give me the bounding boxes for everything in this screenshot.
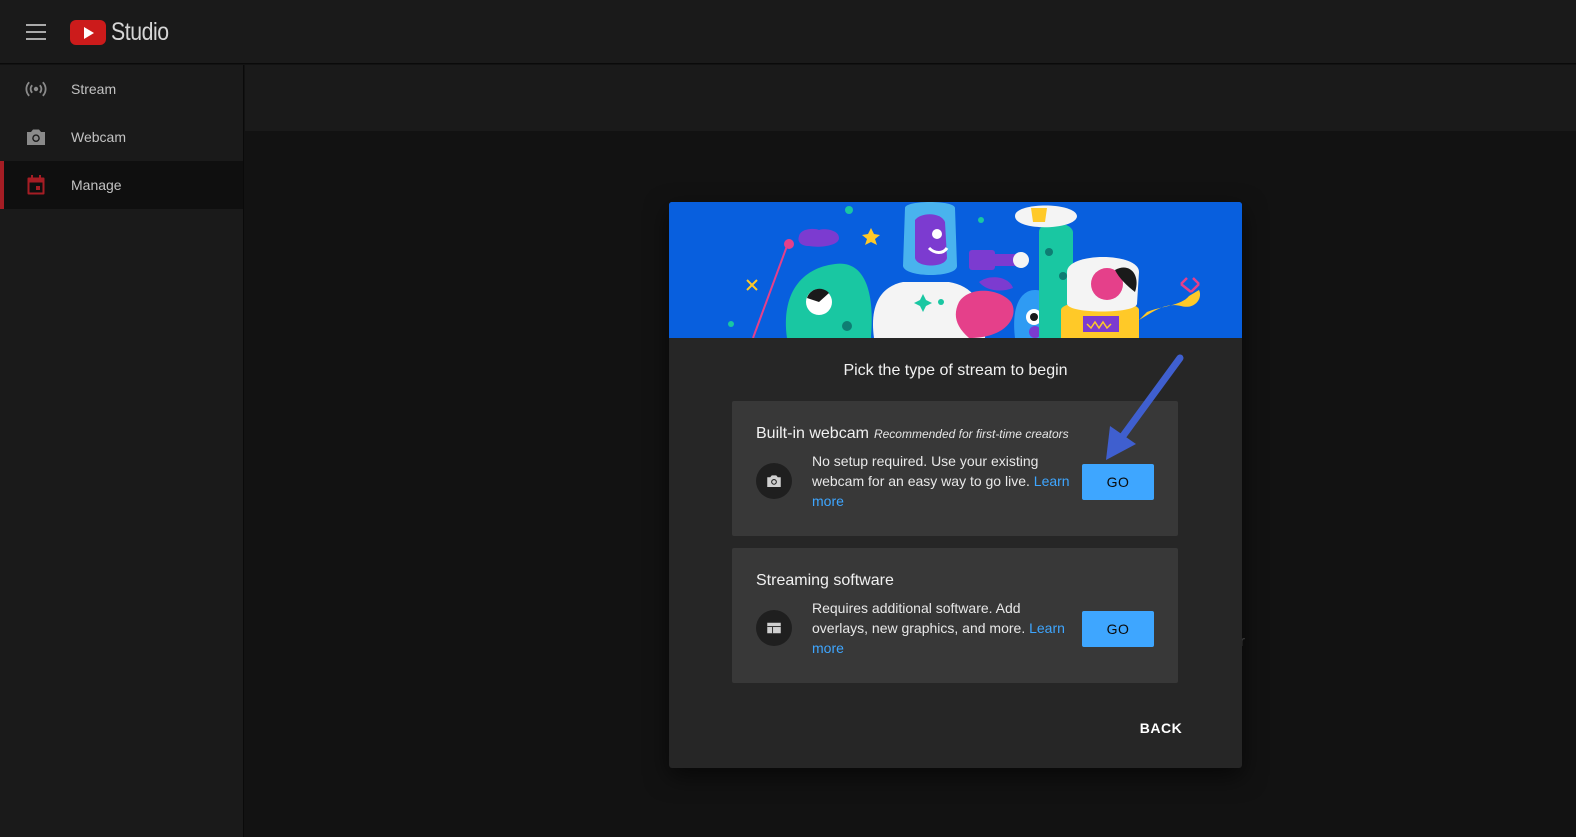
option-streaming-software: Streaming software Requires additional s…	[732, 548, 1178, 683]
sidebar-item-manage[interactable]: Manage	[0, 161, 243, 209]
go-webcam-button[interactable]: GO	[1082, 464, 1154, 500]
sidebar-item-label: Manage	[71, 177, 122, 193]
software-layout-icon	[756, 610, 792, 646]
content-header	[245, 65, 1576, 131]
back-button[interactable]: BACK	[1121, 710, 1201, 746]
description-text: Requires additional software. Add overla…	[812, 600, 1026, 636]
broadcast-icon	[24, 77, 48, 101]
stream-type-dialog: Pick the type of stream to begin Built-i…	[669, 202, 1242, 768]
option-title: Streaming software	[756, 572, 894, 590]
sidebar-item-label: Stream	[71, 81, 117, 97]
option-title-text: Streaming software	[756, 572, 894, 589]
sidebar-item-webcam[interactable]: Webcam	[0, 113, 243, 161]
calendar-icon	[24, 173, 48, 197]
sidebar-item-stream[interactable]: Stream	[0, 65, 243, 113]
top-bar: Studio	[0, 0, 1576, 64]
go-software-button[interactable]: GO	[1082, 611, 1154, 647]
pointer-arrow-icon	[1106, 354, 1184, 460]
option-description: Requires additional software. Add overla…	[812, 598, 1074, 658]
menu-icon[interactable]	[24, 22, 48, 42]
sidebar: Stream Webcam Manage	[0, 65, 244, 837]
sidebar-item-label: Webcam	[71, 129, 126, 145]
banner-illustration	[669, 202, 1242, 338]
camera-icon	[756, 463, 792, 499]
recommended-badge: Recommended for first-time creators	[873, 427, 1069, 441]
option-title-text: Built-in webcam	[756, 425, 869, 442]
description-text: No setup required. Use your existing web…	[812, 453, 1039, 489]
logo-text: Studio	[111, 17, 169, 46]
option-description: No setup required. Use your existing web…	[812, 451, 1074, 511]
youtube-play-icon	[70, 19, 106, 45]
studio-logo[interactable]: Studio	[70, 18, 179, 46]
option-title: Built-in webcam Recommended for first-tim…	[756, 425, 1069, 443]
camera-icon	[24, 125, 48, 149]
